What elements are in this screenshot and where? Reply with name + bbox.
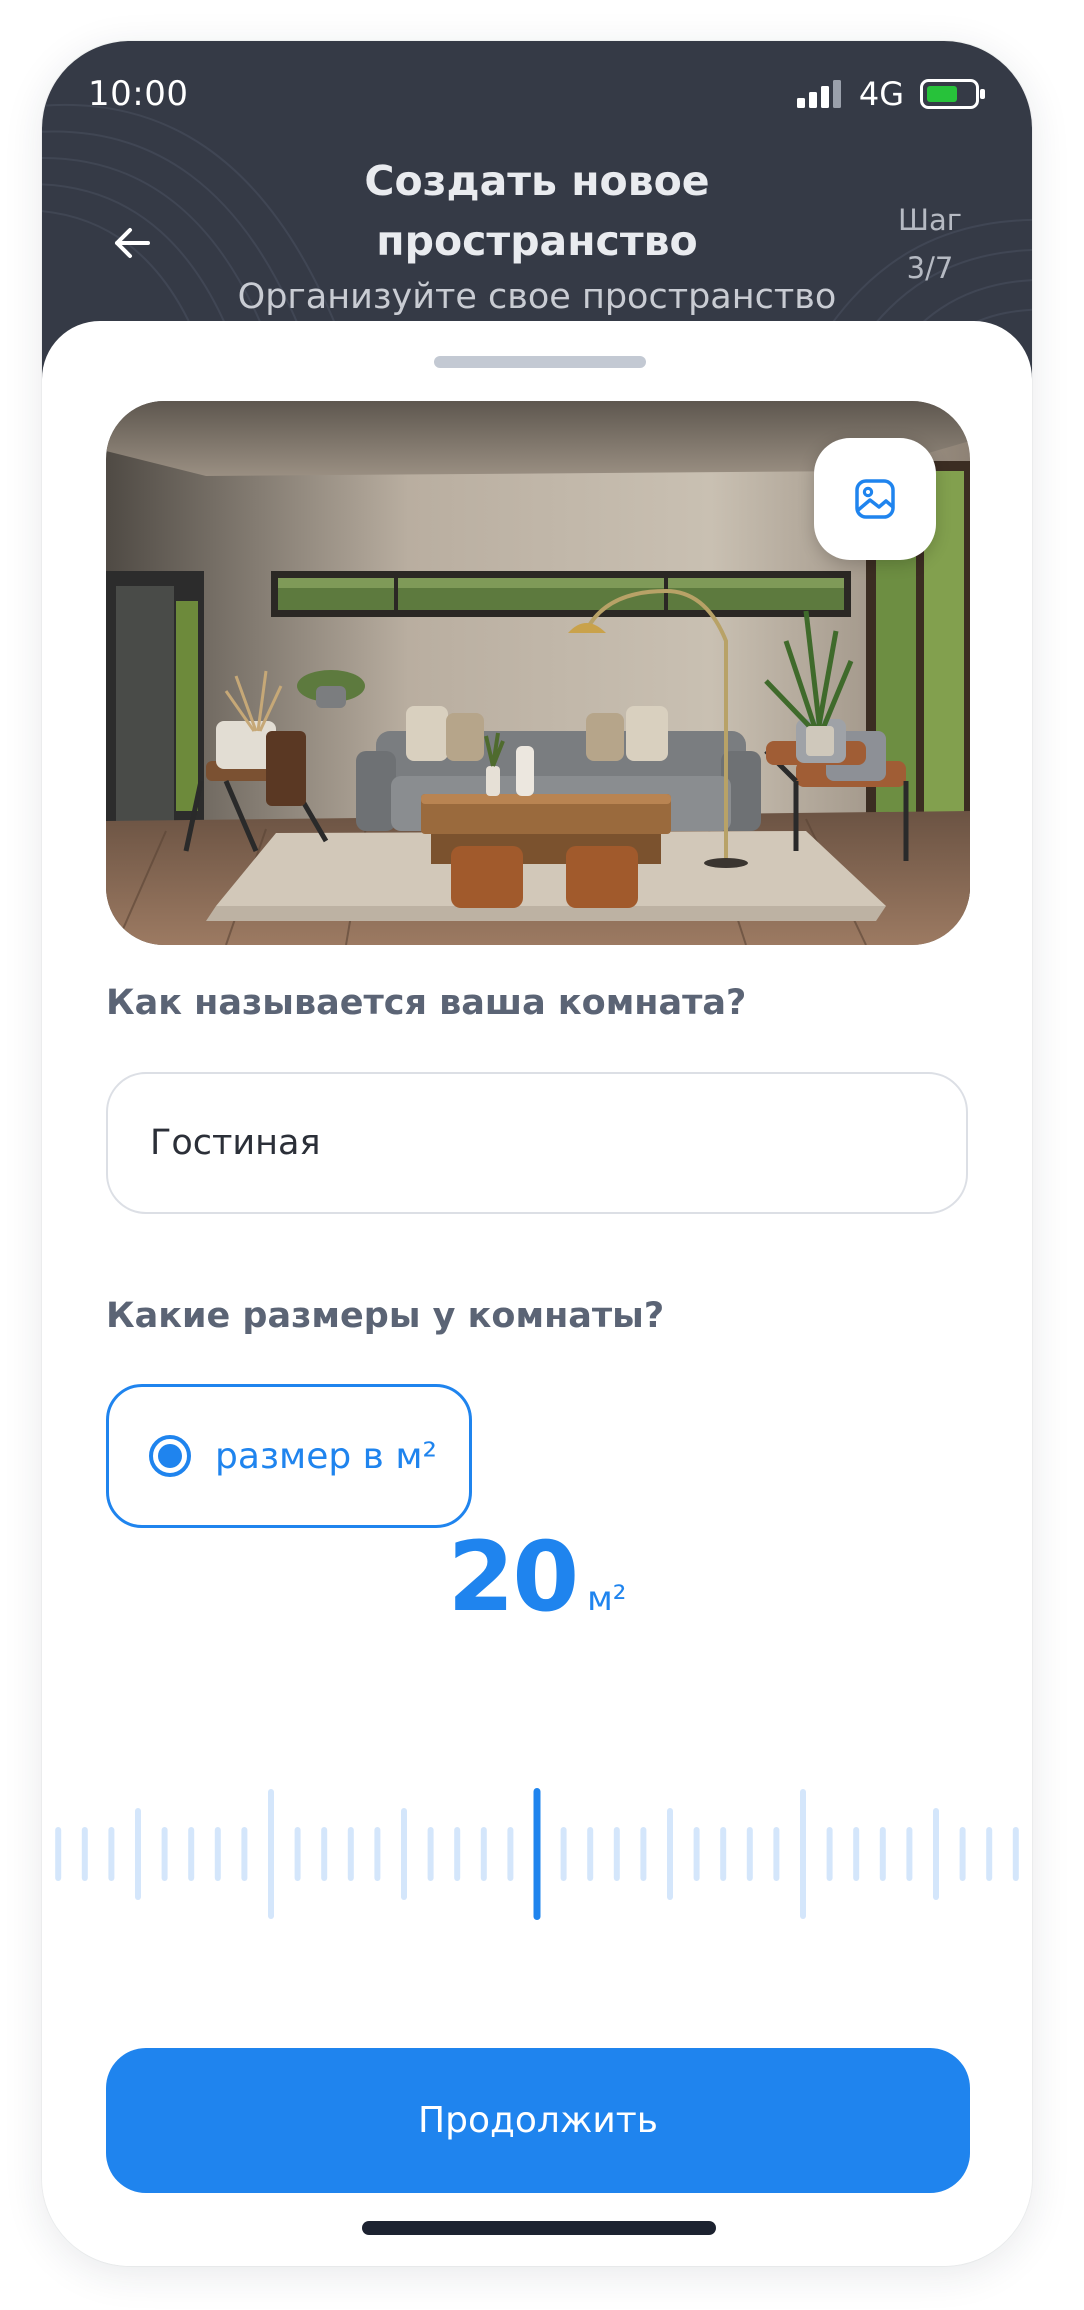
ruler-indicator	[533, 1788, 541, 1920]
ruler-tick	[720, 1827, 727, 1881]
home-indicator	[362, 2221, 716, 2235]
sheet-grabber[interactable]	[434, 356, 646, 368]
ruler-tick	[746, 1827, 753, 1881]
status-indicators: 4G	[796, 75, 986, 113]
ruler-tick	[587, 1827, 594, 1881]
size-unit-option[interactable]: размер в м²	[106, 1384, 472, 1528]
phone-frame: 10:00 4G Создать новое пространство Орга…	[42, 41, 1032, 2266]
ruler-tick	[640, 1827, 647, 1881]
step-indicator: Шаг 3/7	[880, 196, 980, 292]
ruler-tick	[81, 1827, 88, 1881]
ruler-tick	[135, 1808, 141, 1900]
ruler-tick	[959, 1827, 966, 1881]
network-type: 4G	[858, 75, 904, 113]
room-size-label: Какие размеры у комнаты?	[106, 1296, 665, 1336]
ruler-tick	[693, 1827, 700, 1881]
room-name-input[interactable]: Гостиная	[106, 1072, 968, 1214]
ruler-tick	[268, 1789, 274, 1919]
ruler-tick	[986, 1827, 993, 1881]
room-name-value: Гостиная	[150, 1123, 321, 1163]
signal-bars-icon	[796, 80, 841, 108]
room-name-label: Как называется ваша комната?	[106, 983, 747, 1023]
ruler-tick	[800, 1789, 806, 1919]
ruler-tick	[480, 1827, 487, 1881]
size-value: 20	[447, 1521, 580, 1633]
ruler-tick	[906, 1827, 913, 1881]
page-subtitle: Организуйте свое пространство	[237, 277, 837, 317]
page-title: Создать новое пространство	[364, 157, 710, 265]
ruler-tick	[214, 1827, 221, 1881]
size-ruler-slider[interactable]	[42, 1784, 1032, 1924]
image-icon	[855, 479, 895, 519]
size-value-display: 20 м²	[42, 1521, 1032, 1633]
ruler-tick	[667, 1808, 673, 1900]
content-sheet: Как называется ваша комната? Гостиная Ка…	[42, 321, 1032, 2266]
size-unit-label: размер в м²	[215, 1435, 437, 1477]
continue-button[interactable]: Продолжить	[106, 2048, 970, 2193]
continue-button-label: Продолжить	[418, 2100, 658, 2141]
ruler-tick	[853, 1827, 860, 1881]
ruler-tick	[507, 1827, 514, 1881]
ruler-tick	[321, 1827, 328, 1881]
ruler-tick	[108, 1827, 115, 1881]
ruler-tick	[241, 1827, 248, 1881]
ruler-tick	[933, 1808, 939, 1900]
status-time: 10:00	[88, 74, 189, 114]
ruler-tick	[374, 1827, 381, 1881]
ruler-tick	[294, 1827, 301, 1881]
ruler-tick	[613, 1827, 620, 1881]
size-unit: м²	[587, 1579, 627, 1619]
arrow-left-icon[interactable]	[108, 219, 156, 267]
step-value: 3/7	[906, 251, 954, 285]
ruler-tick	[401, 1808, 407, 1900]
ruler-tick	[55, 1827, 62, 1881]
change-photo-button[interactable]	[814, 438, 936, 560]
battery-icon	[920, 79, 985, 109]
radio-selected-icon	[149, 1435, 191, 1477]
ruler-tick	[454, 1827, 461, 1881]
ruler-tick	[879, 1827, 886, 1881]
ruler-tick	[560, 1827, 567, 1881]
ruler-tick	[347, 1827, 354, 1881]
ruler-tick	[1012, 1827, 1019, 1881]
ruler-tick	[773, 1827, 780, 1881]
ruler-tick	[188, 1827, 195, 1881]
step-label: Шаг	[897, 203, 963, 237]
ruler-tick	[826, 1827, 833, 1881]
ruler-tick	[161, 1827, 168, 1881]
ruler-tick	[427, 1827, 434, 1881]
